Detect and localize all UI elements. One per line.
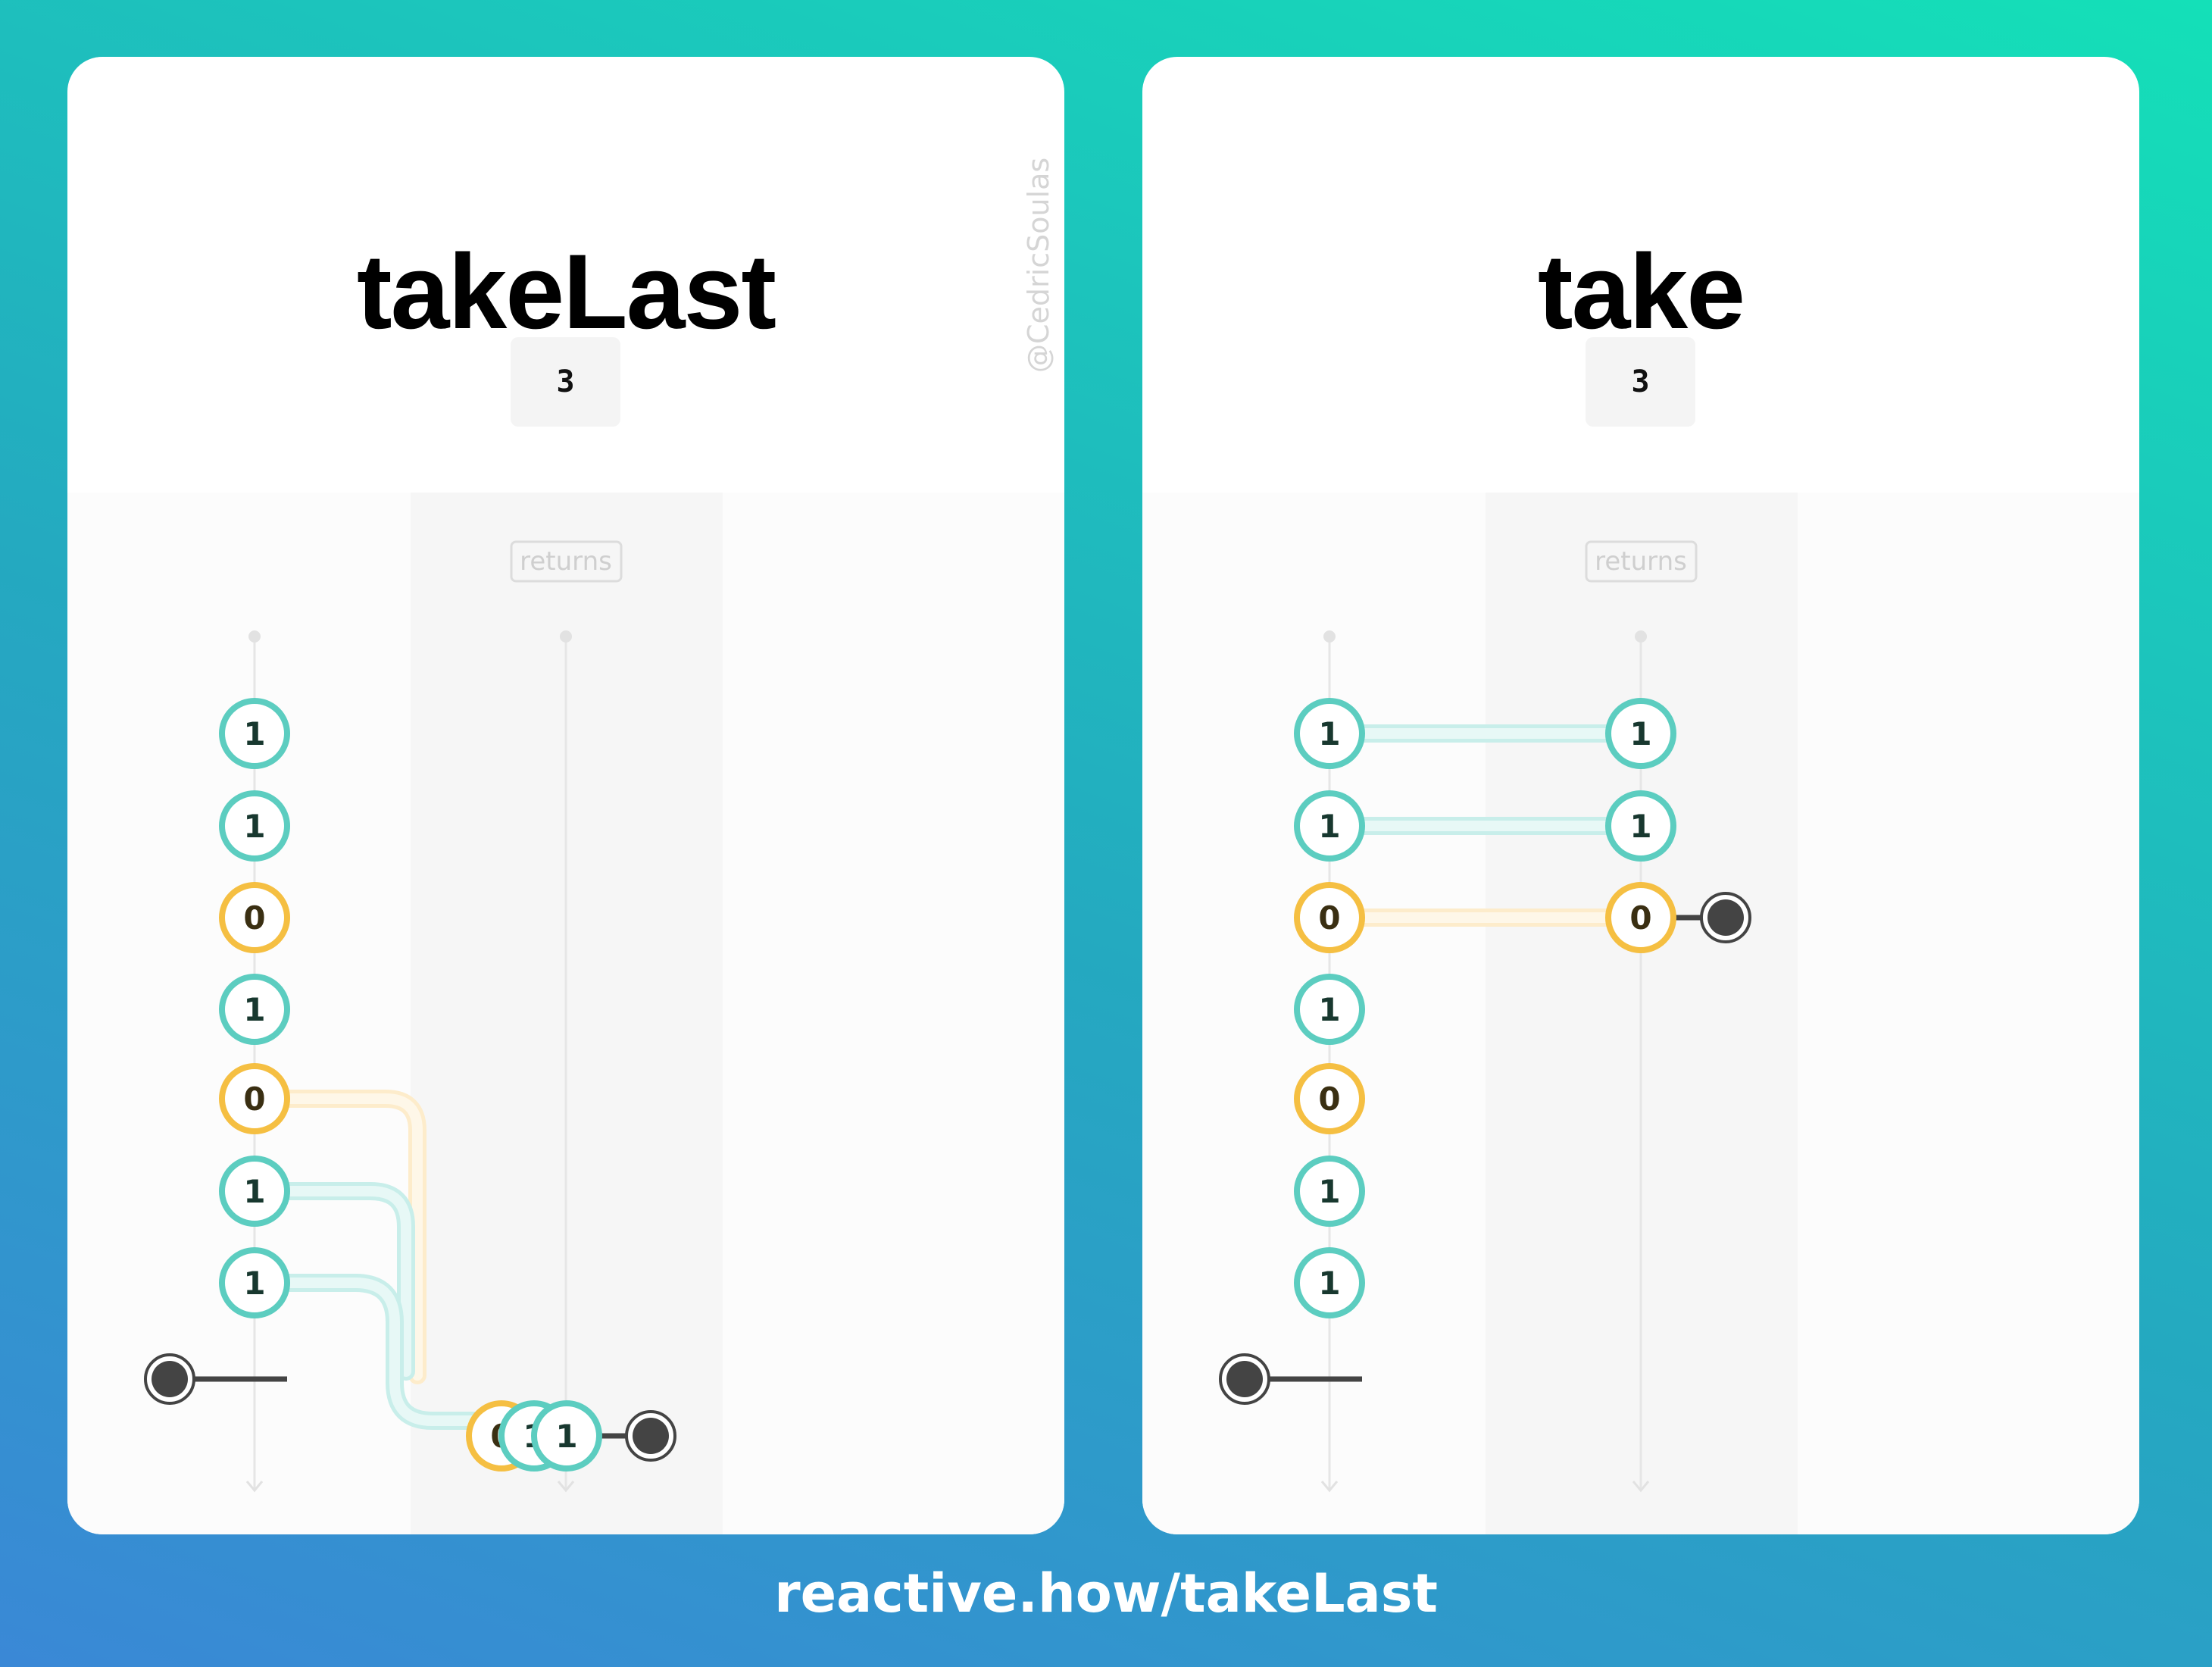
svg-text:1: 1 [555, 1418, 577, 1455]
source-marble[interactable]: 1 [219, 698, 290, 769]
source-marble[interactable]: 1 [1294, 698, 1365, 769]
source-marble[interactable]: 0 [1294, 882, 1365, 953]
output-completion-icon [625, 1410, 676, 1462]
source-completion-icon [144, 1353, 195, 1405]
output-start-dot [1635, 630, 1647, 643]
output-completion-icon [1700, 892, 1751, 943]
svg-text:0: 0 [1629, 899, 1651, 937]
output-marble[interactable]: 1 [1605, 790, 1676, 862]
marble-diagram: returns 1 1 0 1 0 1 1 1 1 0 [1142, 493, 2139, 1534]
svg-text:1: 1 [1318, 991, 1340, 1028]
svg-text:0: 0 [243, 1081, 265, 1118]
svg-text:1: 1 [1629, 808, 1651, 845]
source-marble[interactable]: 1 [1294, 1156, 1365, 1227]
svg-text:1: 1 [243, 715, 265, 752]
source-marble[interactable]: 1 [219, 1156, 290, 1227]
svg-text:0: 0 [1318, 1081, 1340, 1118]
take-card: take 3 returns 1 1 0 1 0 1 1 1 1 0 [1142, 57, 2139, 1534]
svg-text:1: 1 [1629, 715, 1651, 752]
source-marble[interactable]: 1 [1294, 1247, 1365, 1318]
svg-text:1: 1 [243, 1265, 265, 1302]
svg-text:1: 1 [243, 808, 265, 845]
output-marble[interactable]: 1 [531, 1400, 602, 1472]
marble-diagram: returns 1 1 0 1 0 1 1 1 [67, 493, 1064, 1534]
svg-text:1: 1 [1318, 808, 1340, 845]
output-marble[interactable]: 0 [1605, 882, 1676, 953]
svg-text:1: 1 [243, 991, 265, 1028]
output-marble[interactable]: 1 [1605, 698, 1676, 769]
source-marble[interactable]: 1 [1294, 790, 1365, 862]
source-start-dot [1323, 630, 1336, 643]
svg-text:1: 1 [1318, 1173, 1340, 1210]
output-start-dot [560, 630, 572, 643]
source-start-dot [248, 630, 261, 643]
source-completion-icon [1219, 1353, 1270, 1405]
source-marble[interactable]: 1 [1294, 974, 1365, 1045]
source-marble[interactable]: 1 [219, 790, 290, 862]
svg-text:1: 1 [1318, 715, 1340, 752]
footer-url[interactable]: reactive.how/takeLast [0, 1562, 2212, 1625]
takelast-card: takeLast 3 @CedricSoulas returns 1 1 0 1… [67, 57, 1064, 1534]
svg-text:1: 1 [243, 1173, 265, 1210]
source-marble[interactable]: 0 [219, 882, 290, 953]
source-marble[interactable]: 0 [1294, 1063, 1365, 1134]
source-marble[interactable]: 0 [219, 1063, 290, 1134]
returns-label: returns [520, 546, 612, 577]
svg-text:1: 1 [1318, 1265, 1340, 1302]
source-marble[interactable]: 1 [219, 1247, 290, 1318]
source-marble[interactable]: 1 [219, 974, 290, 1045]
svg-text:0: 0 [243, 899, 265, 937]
svg-text:0: 0 [1318, 899, 1340, 937]
returns-label: returns [1595, 546, 1687, 577]
